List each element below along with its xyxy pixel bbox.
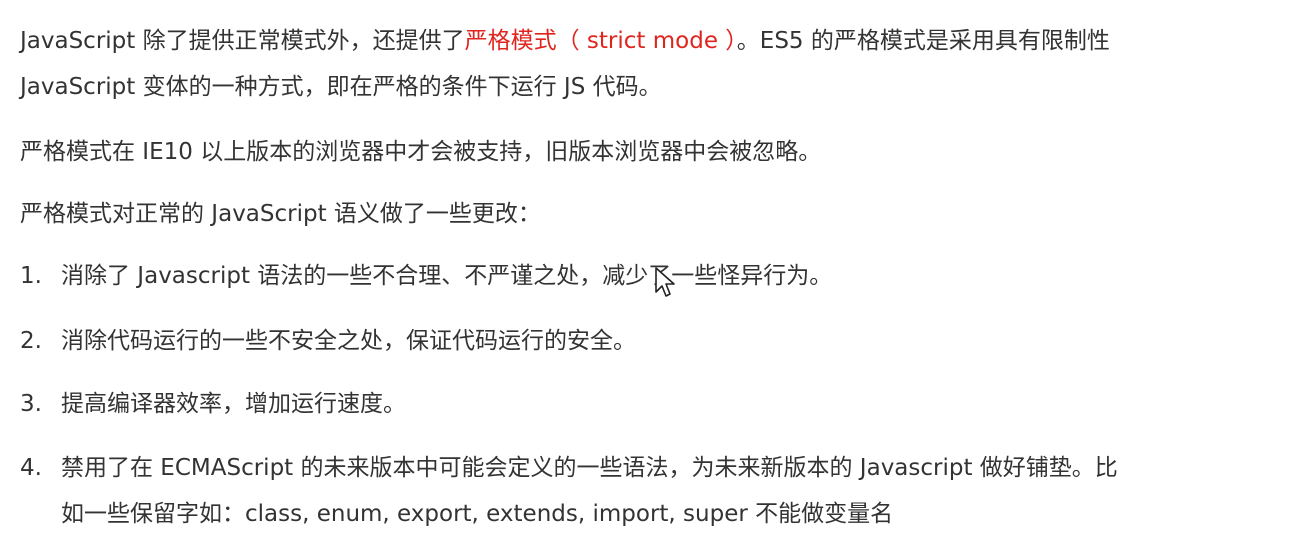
support-paragraph: 严格模式在 IE10 以上版本的浏览器中才会被支持，旧版本浏览器中会被忽略。	[20, 139, 822, 165]
list-item-text-line-1: 禁用了在 ECMAScript 的未来版本中可能会定义的一些语法，为未来新版本的…	[61, 455, 1118, 481]
list-item-number: 2.	[20, 328, 42, 354]
list-item-number: 3.	[20, 391, 42, 417]
list-item-text-line-2: 如一些保留字如：class, enum, export, extends, im…	[61, 501, 894, 527]
intro-suffix: 。ES5 的严格模式是采用具有限制性	[736, 28, 1110, 54]
changes-intro-paragraph: 严格模式对正常的 JavaScript 语义做了一些更改：	[20, 201, 541, 227]
list-item-number: 4.	[20, 455, 42, 481]
intro-prefix: JavaScript 除了提供正常模式外，还提供了	[20, 28, 465, 54]
list-item-text: 提高编译器效率，增加运行速度。	[61, 391, 406, 417]
list-item-text: 消除了 Javascript 语法的一些不合理、不严谨之处，减少了一些怪异行为。	[61, 263, 833, 289]
document-body: JavaScript 除了提供正常模式外，还提供了严格模式（ strict mo…	[0, 0, 1296, 555]
list-item-text: 禁用了在 ECMAScript 的未来版本中可能会定义的一些语法，为未来新版本的…	[61, 445, 1118, 537]
intro-line-1: JavaScript 除了提供正常模式外，还提供了严格模式（ strict mo…	[20, 18, 1260, 64]
list-item-text: 消除代码运行的一些不安全之处，保证代码运行的安全。	[61, 328, 636, 354]
list-item-number: 1.	[20, 263, 42, 289]
mouse-pointer-icon	[655, 267, 675, 297]
intro-paragraph: JavaScript 除了提供正常模式外，还提供了严格模式（ strict mo…	[20, 18, 1260, 110]
intro-line-2: JavaScript 变体的一种方式，即在严格的条件下运行 JS 代码。	[20, 74, 662, 100]
strict-mode-highlight: 严格模式（ strict mode ）	[464, 28, 737, 54]
